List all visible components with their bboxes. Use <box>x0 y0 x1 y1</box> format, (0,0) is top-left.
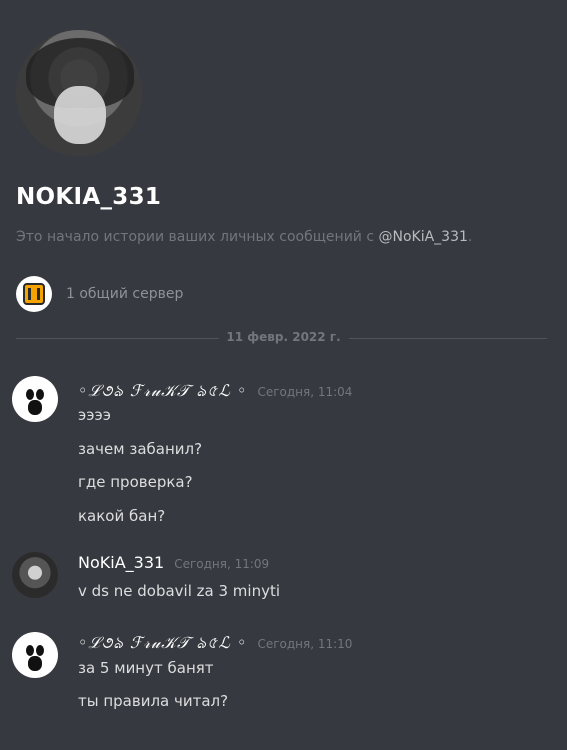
intro-suffix: . <box>467 229 473 245</box>
message-text: ээээ <box>78 406 111 424</box>
server-icon[interactable] <box>16 276 52 312</box>
date-divider-label: 11 февр. 2022 г. <box>218 330 349 344</box>
mutual-servers-label[interactable]: 1 общий сервер <box>66 286 183 302</box>
message-header: ◦ℒ૭ঌ ℱ𝓇𝓊𝒦𝒯 ঌ৫ℒ ◦ Сегодня, 11:04 <box>78 378 352 405</box>
message-text: какой бан? <box>78 507 166 525</box>
profile-avatar[interactable] <box>16 30 142 156</box>
anime-avatar[interactable] <box>12 552 58 598</box>
intro-prefix: Это начало истории ваших личных сообщени… <box>16 229 379 245</box>
message-author[interactable]: ◦ℒ૭ঌ ℱ𝓇𝓊𝒦𝒯 ঌ৫ℒ ◦ <box>78 630 247 657</box>
message-timestamp: Сегодня, 11:04 <box>257 385 353 399</box>
message-author[interactable]: ◦ℒ૭ঌ ℱ𝓇𝓊𝒦𝒯 ঌ৫ℒ ◦ <box>78 378 247 405</box>
message-timestamp: Сегодня, 11:09 <box>174 557 270 571</box>
message-text: v ds ne dobavil za 3 minyti <box>78 582 281 600</box>
message-header: ◦ℒ૭ঌ ℱ𝓇𝓊𝒦𝒯 ঌ৫ℒ ◦ Сегодня, 11:10 <box>78 630 352 657</box>
message-header: NoKiA_331 Сегодня, 11:09 <box>78 553 269 572</box>
message-timestamp: Сегодня, 11:10 <box>257 637 353 651</box>
message-text: за 5 минут банят <box>78 659 214 677</box>
intro-mention[interactable]: @NoKiA_331 <box>379 229 468 245</box>
message-text: где проверка? <box>78 473 193 491</box>
message-text: ты правила читал? <box>78 692 229 710</box>
dm-intro-text: Это начало истории ваших личных сообщени… <box>16 229 472 245</box>
ghost-avatar[interactable] <box>12 376 58 422</box>
dm-username: NOKIA_331 <box>16 184 162 210</box>
message-author[interactable]: NoKiA_331 <box>78 553 164 572</box>
ghost-avatar[interactable] <box>12 632 58 678</box>
mutual-servers[interactable]: 1 общий сервер <box>16 276 183 312</box>
message-text: зачем забанил? <box>78 440 203 458</box>
